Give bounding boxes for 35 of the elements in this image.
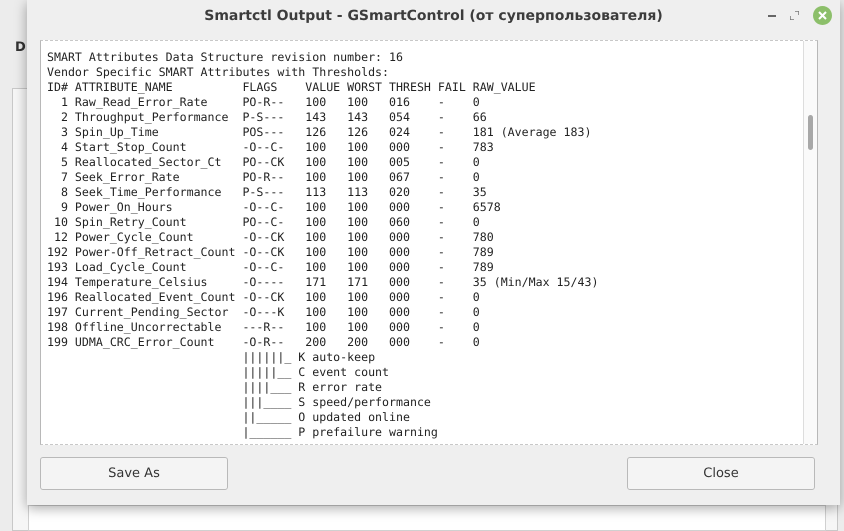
label-text: D <box>15 39 26 57</box>
close-button[interactable]: Close <box>627 457 815 490</box>
output-line: ||||___ R error rate <box>241 380 382 395</box>
output-line: 3 Spin_Up_Time POS--- 126 126 024 - 181 (Average 183) <box>60 125 592 140</box>
output-line: 192 Power-Off_Retract_Count -O--CK 100 100 000 - 789 <box>47 245 494 260</box>
output-line: |||||__ C event count <box>241 365 390 380</box>
output-line: 196 Reallocated_Event_Count -O--CK 100 100 000 - 0 <box>47 290 480 305</box>
output-line: SMART Attributes Data Structure revision number: 16 <box>47 50 403 65</box>
maximize-icon[interactable] <box>790 11 799 20</box>
output-line: |||____ S speed/performance <box>241 395 431 410</box>
output-line: 194 Temperature_Celsius -O---- 171 171 000 - 35 (Min/Max 15/43) <box>47 275 598 290</box>
output-line: 9 Power_On_Hours -O--C- 100 100 000 - 6578 <box>60 200 501 215</box>
output-line: ||_____ O updated online <box>241 410 410 425</box>
save-as-button[interactable]: Save As <box>40 457 228 490</box>
output-line: ID# ATTRIBUTE_NAME FLAGS VALUE WORST THRESH FAIL RAW_VALUE <box>47 80 536 95</box>
output-line: 7 Seek_Error_Rate PO-R-- 100 100 067 - 0 <box>60 170 480 185</box>
output-line: 198 Offline_Uncorrectable ---R-- 100 100 000 - 0 <box>47 320 480 335</box>
output-line: 4 Start_Stop_Count -O--C- 100 100 000 - 783 <box>60 140 494 155</box>
output-line: 8 Seek_Time_Performance P-S--- 113 113 020 - 35 <box>60 185 487 200</box>
output-line: 2 Throughput_Performance P-S--- 143 143 054 - 66 <box>60 110 487 125</box>
output-line: Vendor Specific SMART Attributes with Thresholds: <box>47 65 390 80</box>
window-title: Smartctl Output - GSmartControl (от суперпользователя) <box>204 6 663 26</box>
scrollbar[interactable] <box>803 41 817 444</box>
output-line: 1 Raw_Read_Error_Rate PO-R-- 100 100 016 - 0 <box>60 95 480 110</box>
close-icon[interactable] <box>813 6 832 25</box>
output-line: ||||||_ K auto-keep <box>241 350 376 365</box>
output-line: 5 Reallocated_Sector_Ct PO--CK 100 100 005 - 0 <box>60 155 480 170</box>
output-line: 10 Spin_Retry_Count PO--C- 100 100 060 - 0 <box>52 215 480 230</box>
output-line: 12 Power_Cycle_Count -O--CK 100 100 000 - 780 <box>52 230 494 245</box>
output-line: |______ P prefailure warning <box>241 425 438 440</box>
output-text-area[interactable] <box>40 40 818 445</box>
output-line: 199 UDMA_CRC_Error_Count -O-R-- 200 200 000 - 0 <box>47 335 480 350</box>
output-line: 197 Current_Pending_Sector -O---K 100 100 000 - 0 <box>47 305 480 320</box>
minimize-icon[interactable] <box>768 14 776 16</box>
output-line: 193 Load_Cycle_Count -O--C- 100 100 000 - 789 <box>47 260 494 275</box>
